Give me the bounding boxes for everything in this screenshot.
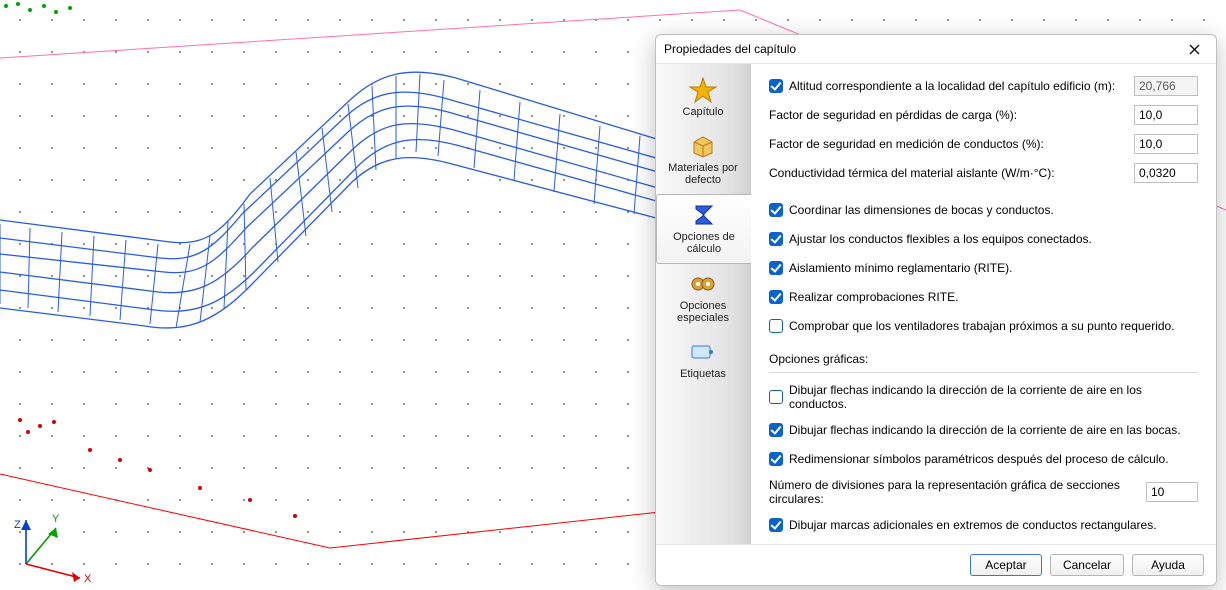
tag-icon — [688, 338, 718, 366]
sidebar-item-label: Opciones especiales — [660, 300, 746, 324]
label-conductividad: Conductividad térmica del material aisla… — [769, 166, 1134, 180]
checkbox-redimensionar[interactable] — [769, 452, 783, 466]
checkbox-aislamiento[interactable] — [769, 261, 783, 275]
axis-label-x: X — [84, 573, 92, 585]
checkbox-altitud[interactable] — [769, 79, 783, 93]
label-divisiones: Número de divisiones para la representac… — [769, 478, 1146, 506]
input-divisiones[interactable] — [1146, 482, 1198, 502]
label-ajustar: Ajustar los conductos flexibles a los eq… — [789, 232, 1198, 246]
checkbox-coordinar[interactable] — [769, 203, 783, 217]
label-factor-carga: Factor de seguridad en pérdidas de carga… — [769, 108, 1134, 122]
sidebar-tabs: Capítulo Materiales por defecto Opciones… — [656, 64, 751, 544]
group-opciones-graficas: Opciones gráficas: Dibujar flechas indic… — [769, 352, 1198, 544]
sidebar-item-opciones-especiales[interactable]: Opciones especiales — [656, 264, 750, 332]
dialog-titlebar[interactable]: Propiedades del capítulo — [656, 35, 1216, 63]
legend-opciones-graficas: Opciones gráficas: — [769, 352, 868, 370]
sidebar-item-opciones-calculo[interactable]: Opciones de cálculo — [656, 194, 751, 264]
input-factor-medicion[interactable] — [1134, 134, 1198, 154]
close-icon — [1189, 44, 1200, 55]
help-button[interactable]: Ayuda — [1132, 554, 1204, 576]
box-icon — [688, 132, 718, 160]
label-ventiladores: Comprobar que los ventiladores trabajan … — [789, 319, 1198, 333]
cancel-button[interactable]: Cancelar — [1050, 554, 1124, 576]
label-aislamiento: Aislamiento mínimo reglamentario (RITE). — [789, 261, 1198, 275]
label-coordinar: Coordinar las dimensiones de bocas y con… — [789, 203, 1198, 217]
label-marcas: Dibujar marcas adicionales en extremos d… — [789, 518, 1198, 532]
dialog-content: Altitud correspondiente a la localidad d… — [751, 64, 1216, 544]
label-flechas-bocas: Dibujar flechas indicando la dirección d… — [789, 423, 1198, 437]
close-button[interactable] — [1180, 38, 1208, 60]
dialog-chapter-properties: Propiedades del capítulo Capítulo Materi… — [655, 34, 1217, 586]
checkbox-flechas-conductos[interactable] — [769, 390, 783, 404]
checkbox-flechas-bocas[interactable] — [769, 423, 783, 437]
sidebar-item-label: Etiquetas — [680, 368, 726, 380]
label-altitud: Altitud correspondiente a la localidad d… — [789, 79, 1134, 93]
label-flechas-conductos: Dibujar flechas indicando la dirección d… — [789, 383, 1198, 411]
ok-button[interactable]: Aceptar — [970, 554, 1042, 576]
label-factor-medicion: Factor de seguridad en medición de condu… — [769, 137, 1134, 151]
input-conductividad[interactable] — [1134, 163, 1198, 183]
sidebar-item-capitulo[interactable]: Capítulo — [656, 70, 750, 126]
checkbox-marcas[interactable] — [769, 518, 783, 532]
sidebar-item-label: Capítulo — [683, 106, 724, 118]
sidebar-item-materiales[interactable]: Materiales por defecto — [656, 126, 750, 194]
dialog-footer: Aceptar Cancelar Ayuda — [656, 545, 1216, 585]
axis-label-z: Z — [14, 519, 21, 531]
input-factor-carga[interactable] — [1134, 105, 1198, 125]
label-redimensionar: Redimensionar símbolos paramétricos desp… — [789, 452, 1198, 466]
checkbox-ajustar[interactable] — [769, 232, 783, 246]
sigma-icon — [689, 201, 719, 229]
sidebar-item-etiquetas[interactable]: Etiquetas — [656, 332, 750, 388]
checkbox-rite[interactable] — [769, 290, 783, 304]
sidebar-item-label: Materiales por defecto — [660, 162, 746, 186]
checkbox-ventiladores[interactable] — [769, 319, 783, 333]
label-rite: Realizar comprobaciones RITE. — [789, 290, 1198, 304]
input-altitud[interactable] — [1134, 76, 1198, 96]
dialog-title: Propiedades del capítulo — [664, 42, 1180, 56]
sidebar-item-label: Opciones de cálculo — [661, 231, 747, 255]
axis-label-y: Y — [52, 513, 60, 525]
divider — [769, 372, 1198, 373]
star-icon — [688, 76, 718, 104]
gears-icon — [688, 270, 718, 298]
